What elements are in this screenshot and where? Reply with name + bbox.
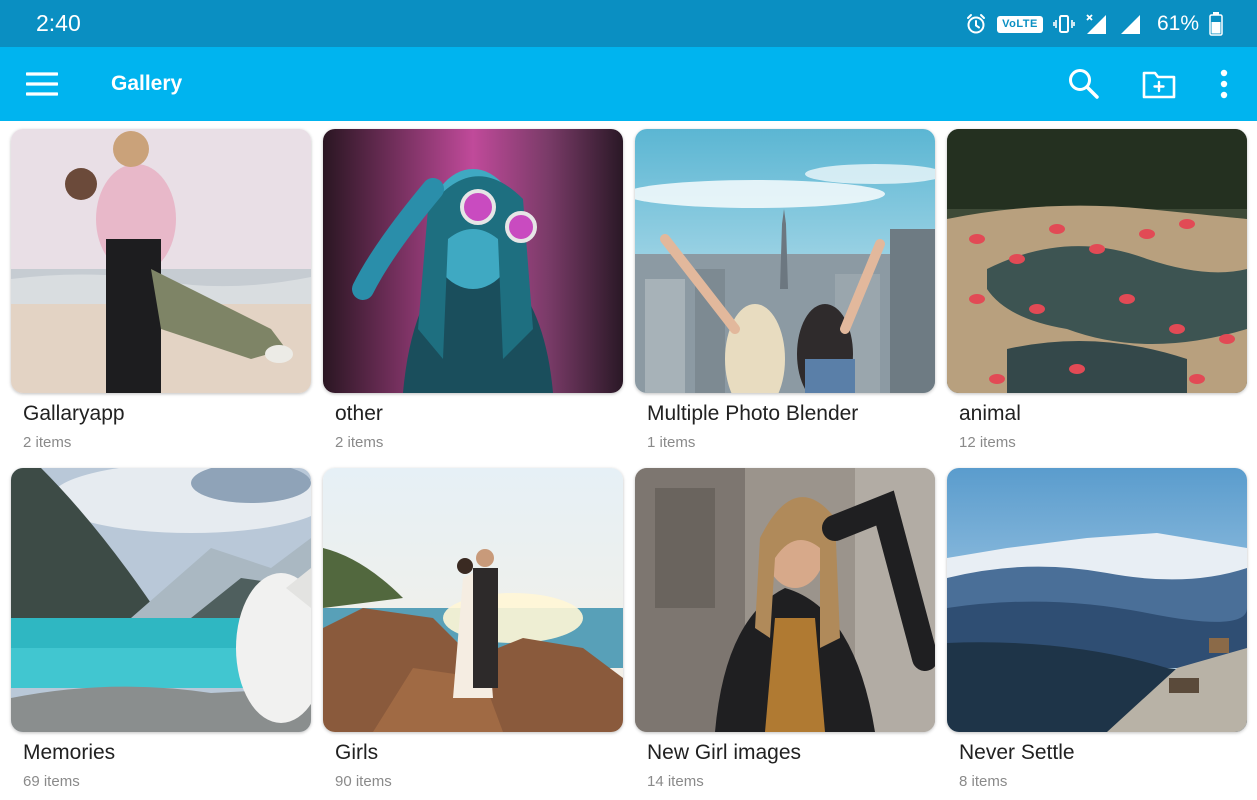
signal-x-icon xyxy=(1085,13,1109,35)
vibrate-icon xyxy=(1053,13,1075,35)
status-icons: VoLTE 61% xyxy=(965,9,1223,39)
battery-percentage: 61% xyxy=(1156,12,1199,35)
album-count: 2 items xyxy=(335,434,384,451)
album-count: 1 items xyxy=(647,434,696,451)
album-thumbnail[interactable] xyxy=(947,468,1247,732)
album-name: Never Settle xyxy=(959,741,1075,764)
album-count: 8 items xyxy=(959,773,1008,790)
album-thumbnail[interactable] xyxy=(11,129,311,393)
album-name: other xyxy=(335,402,383,425)
page-title: Gallery xyxy=(111,72,183,95)
album-count: 69 items xyxy=(23,773,80,790)
more-vert-icon[interactable] xyxy=(1210,67,1238,101)
status-bar: 2:40 VoLTE 61% xyxy=(0,0,1257,47)
app-bar: Gallery xyxy=(0,47,1257,121)
album-thumbnail[interactable] xyxy=(635,468,935,732)
signal-icon xyxy=(1119,13,1143,35)
album-thumbnail[interactable] xyxy=(323,129,623,393)
album-name: Gallaryapp xyxy=(23,402,125,425)
album-grid: Gallaryapp 2 items other 2 items Multipl… xyxy=(0,121,1257,800)
album-thumbnail[interactable] xyxy=(947,129,1247,393)
battery-icon xyxy=(1209,12,1223,36)
status-time: 2:40 xyxy=(36,10,81,36)
volte-icon: VoLTE xyxy=(996,15,1043,33)
new-folder-icon[interactable] xyxy=(1142,67,1176,101)
album-name: Memories xyxy=(23,741,116,764)
album-name: Girls xyxy=(335,741,379,764)
album-count: 90 items xyxy=(335,773,392,790)
album-thumbnail[interactable] xyxy=(323,468,623,732)
album-thumbnail[interactable] xyxy=(635,129,935,393)
album-name: animal xyxy=(959,402,1021,425)
album-count: 14 items xyxy=(647,773,704,790)
search-icon[interactable] xyxy=(1067,67,1101,101)
album-name: New Girl images xyxy=(647,741,802,764)
album-count: 2 items xyxy=(23,434,72,451)
menu-icon[interactable] xyxy=(25,71,59,97)
album-name: Multiple Photo Blender xyxy=(647,402,859,425)
alarm-icon xyxy=(965,13,987,35)
album-thumbnail[interactable] xyxy=(11,468,311,732)
album-count: 12 items xyxy=(959,434,1016,451)
